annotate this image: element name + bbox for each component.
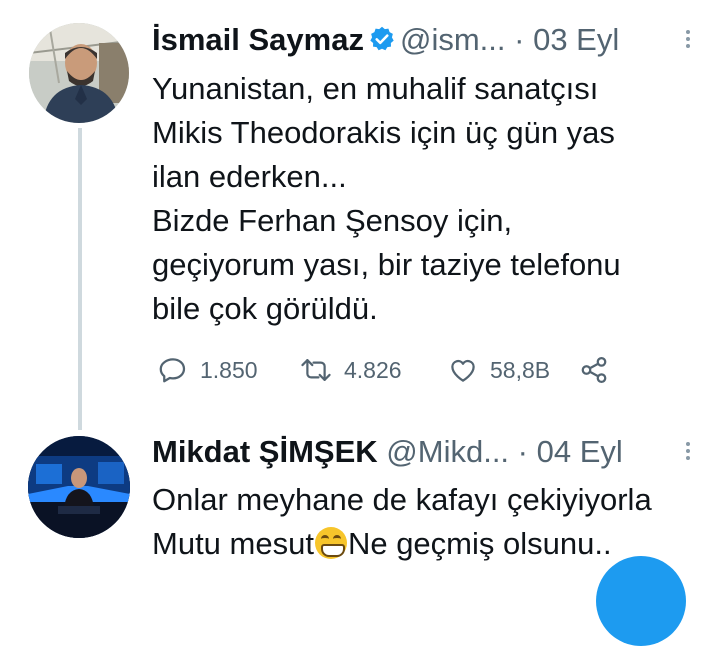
tv-studio-photo-icon xyxy=(28,436,130,538)
avatar[interactable] xyxy=(29,23,129,123)
reply-count: 1.850 xyxy=(200,356,258,383)
more-options-icon[interactable] xyxy=(686,30,690,48)
retweet-button[interactable]: 4.826 xyxy=(300,355,448,385)
retweet-icon xyxy=(301,359,331,381)
tweet-1[interactable]: İsmail Saymaz @ism... · 03 Eyl Yunanistan… xyxy=(0,0,720,430)
verified-badge-icon xyxy=(368,25,396,61)
compose-tweet-button[interactable] xyxy=(596,556,686,646)
retweet-count: 4.826 xyxy=(344,356,402,383)
reply-button[interactable]: 1.850 xyxy=(158,355,300,385)
tweet-text-line: ilan ederken... xyxy=(152,159,347,194)
tweet-header: Mikdat ŞİMŞEK @Mikd... · 04 Eyl xyxy=(152,434,623,470)
tweet-text-line: Mutu mesut Ne geçmiş olsunu.. xyxy=(152,522,652,566)
handle[interactable]: @ism... xyxy=(400,22,506,57)
tweet-actions: 1.850 4.826 58,8B xyxy=(158,350,610,390)
tweet-text: Yunanistan, en muhalif sanatçısı Mikis T… xyxy=(152,67,621,331)
more-options-icon[interactable] xyxy=(686,442,690,460)
tweet-text-segment: Ne geçmiş olsunu.. xyxy=(347,526,612,561)
tweet-text: Onlar meyhane de kafayı çekiyiyorla Mutu… xyxy=(152,478,652,566)
like-count: 58,8B xyxy=(490,356,551,383)
timestamp[interactable]: 03 Eyl xyxy=(533,22,619,57)
tweet-text-line: Bizde Ferhan Şensoy için, xyxy=(152,203,513,238)
heart-icon xyxy=(451,359,475,382)
share-button[interactable] xyxy=(578,355,610,385)
like-button[interactable]: 58,8B xyxy=(448,355,578,385)
tweet-text-line: geçiyorum yası, bir taziye telefonu xyxy=(152,247,621,282)
reply-icon xyxy=(159,358,186,383)
timestamp[interactable]: 04 Eyl xyxy=(537,434,623,469)
display-name[interactable]: Mikdat ŞİMŞEK xyxy=(152,434,378,469)
separator-dot: · xyxy=(514,22,525,57)
grinning-face-emoji-icon xyxy=(314,527,347,559)
separator-dot: · xyxy=(517,434,528,469)
display-name[interactable]: İsmail Saymaz xyxy=(152,22,364,57)
tweet-text-line: Mikis Theodorakis için üç gün yas xyxy=(152,115,615,150)
tweet-text-line: Yunanistan, en muhalif sanatçısı xyxy=(152,71,599,106)
tweet-text-line: bile çok görüldü. xyxy=(152,291,378,326)
share-icon xyxy=(581,357,607,383)
handle[interactable]: @Mikd... xyxy=(386,434,509,469)
tweet-header: İsmail Saymaz @ism... · 03 Eyl xyxy=(152,22,619,61)
tweet-text-line: Onlar meyhane de kafayı çekiyiyorla xyxy=(152,482,652,517)
avatar[interactable] xyxy=(28,436,130,538)
tweet-2[interactable]: Mikdat ŞİMŞEK @Mikd... · 04 Eyl Onlar me… xyxy=(0,430,720,569)
person-photo-icon xyxy=(29,23,129,123)
tweet-text-segment: Mutu mesut xyxy=(152,526,314,561)
thread-connector-line xyxy=(78,128,82,430)
